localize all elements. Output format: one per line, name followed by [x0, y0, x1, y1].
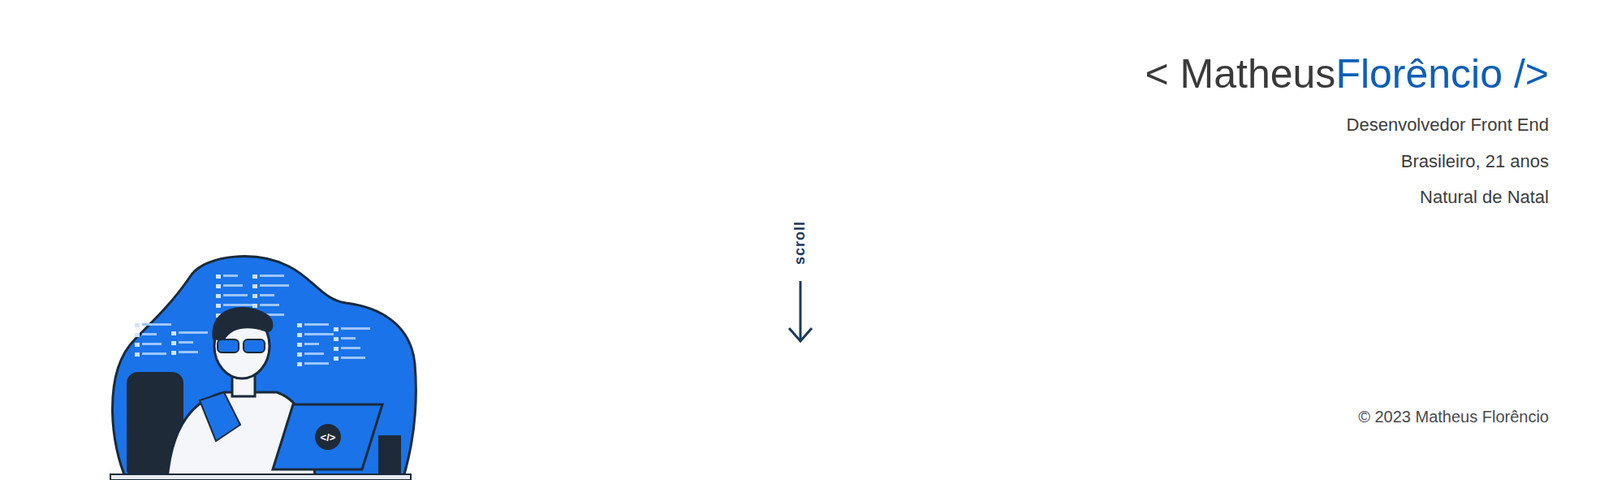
arrow-down-icon [785, 279, 816, 345]
developer-illustration: </> [102, 250, 419, 480]
footer-text: © 2023 Matheus Florêncio [1358, 407, 1549, 427]
scroll-label[interactable]: scroll [791, 220, 809, 265]
scroll-indicator[interactable]: scroll [785, 0, 816, 480]
intro-column: < MatheusFlorêncio /> Desenvolvedor Front… [815, 0, 1600, 480]
intro-detail: Desenvolvedor Front End [1346, 113, 1549, 138]
svg-text:</>: </> [320, 431, 337, 444]
illustration-column: </> [0, 0, 786, 480]
intro-detail: Natural de Natal [1419, 185, 1549, 210]
name-accent: Florêncio /> [1335, 51, 1549, 97]
hero-section: </> scroll < MatheusFlorêncio /> Desenvolve… [0, 0, 1600, 480]
name-title: < MatheusFlorêncio /> [1145, 50, 1550, 98]
intro-detail: Brasileiro, 21 anos [1401, 150, 1549, 174]
